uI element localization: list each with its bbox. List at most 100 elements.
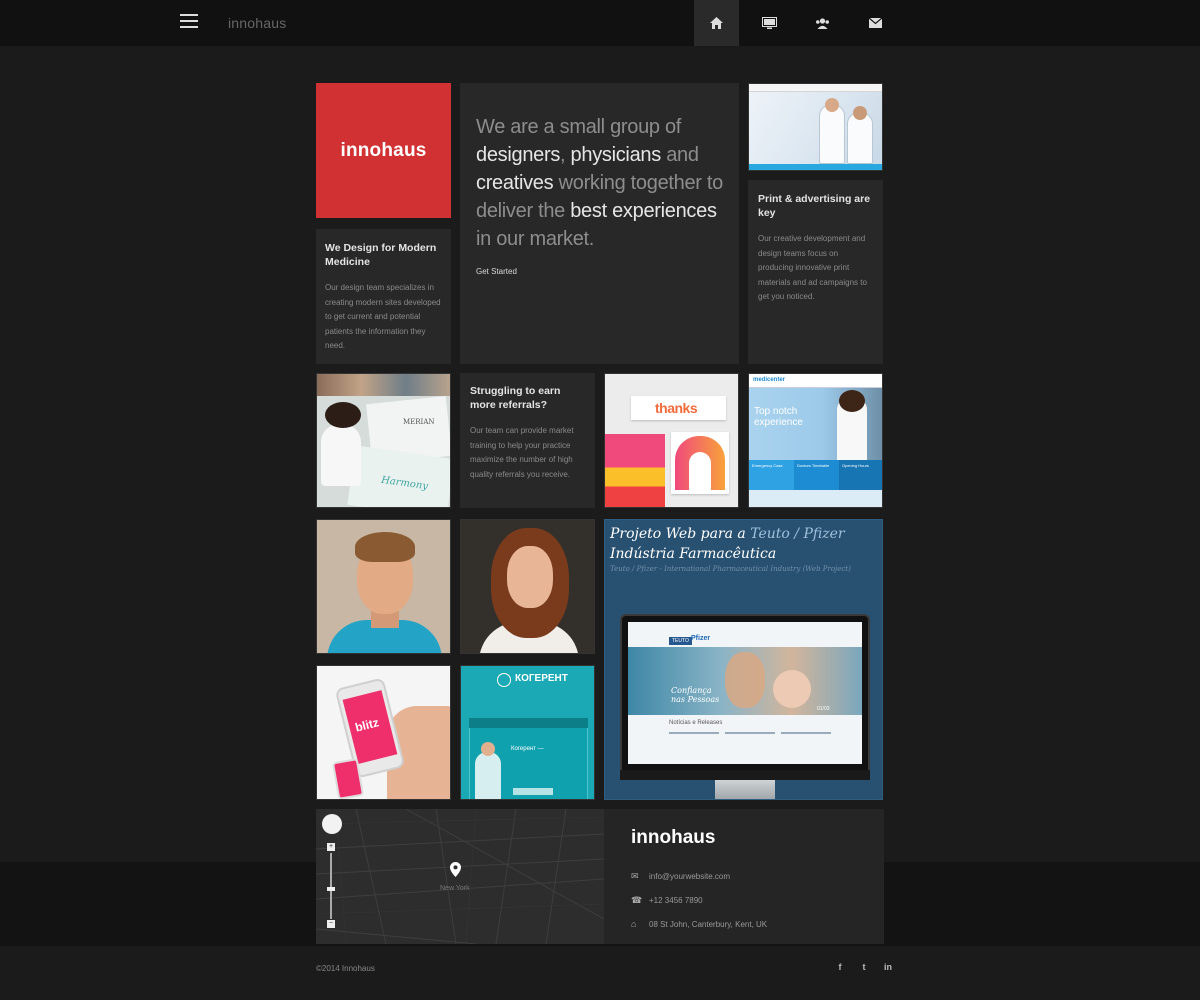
- intro-highlight: creatives: [476, 172, 554, 194]
- top-bar: innohaus: [0, 0, 1200, 46]
- thanks-branding-thumbnail[interactable]: thanks: [604, 373, 739, 508]
- doctors-website-thumbnail[interactable]: [748, 83, 883, 171]
- screen-news-heading: Notícias e Releases: [669, 720, 723, 726]
- intro-statement: We are a small group of designers, physi…: [476, 113, 723, 253]
- info-panel-label: Emergency Case: [752, 463, 783, 468]
- hero-headline: Top notch experience: [754, 406, 803, 428]
- site-logo-text: medicenter: [753, 377, 786, 383]
- screen-badge-b: Pfizer: [691, 635, 711, 642]
- screen-headline-a: Confiança: [671, 686, 712, 695]
- nav-home[interactable]: [694, 0, 739, 46]
- team-member-portrait-man[interactable]: [316, 519, 451, 654]
- contact-email[interactable]: info@yourwebsite.com: [649, 872, 730, 881]
- color-shape-inner: [689, 452, 711, 490]
- intro-text: and: [660, 144, 699, 166]
- nav-team[interactable]: [800, 0, 845, 46]
- doctor-figure: [819, 104, 845, 164]
- nurse-figure: [475, 752, 501, 799]
- map-pin-icon[interactable]: [450, 862, 461, 877]
- copyright: ©2014 Innohaus: [316, 964, 375, 973]
- teuto-pfizer-project-tile[interactable]: Projeto Web para a Teuto / Pfizer Indústr…: [604, 519, 883, 800]
- screen-badge-a: TEUTO: [669, 637, 692, 645]
- blitz-app-thumbnail[interactable]: blitz: [316, 665, 451, 800]
- project-title-highlight: Teuto / Pfizer: [750, 526, 845, 542]
- modern-medicine-title: We Design for Modern Medicine: [325, 242, 437, 268]
- woman-hair: [325, 402, 361, 428]
- screen-hero-baby: [773, 670, 811, 708]
- screen-hero-mother: [725, 652, 765, 708]
- intro-highlight: experiences: [612, 200, 717, 222]
- intro-text: in our market.: [476, 228, 595, 250]
- location-map[interactable]: New York + −: [316, 809, 604, 944]
- project-title-text: Projeto Web para a: [610, 526, 751, 542]
- thanks-word: thanks: [655, 400, 698, 416]
- contact-email-row[interactable]: ✉ info@yourwebsite.com: [631, 871, 857, 882]
- contact-panel: innohaus ✉ info@yourwebsite.com ☎ +12 34…: [604, 809, 884, 944]
- facebook-icon[interactable]: f: [828, 962, 852, 972]
- accent-strip: [749, 164, 882, 170]
- referrals-body: Our team can provide market training to …: [470, 426, 574, 479]
- project-title: Projeto Web para a Teuto / Pfizer Indústr…: [610, 524, 880, 564]
- mail-icon: ✉: [631, 871, 639, 881]
- print-advertising-body: Our creative development and design team…: [758, 234, 867, 301]
- map-zoom-in[interactable]: +: [327, 843, 335, 851]
- site-brand[interactable]: innohaus: [228, 15, 286, 31]
- home-icon: ⌂: [631, 919, 637, 929]
- intro-highlight: designers: [476, 144, 561, 166]
- kogerent-logo-mark: [497, 673, 511, 687]
- monitor-chin: [620, 770, 870, 780]
- nurse-head: [481, 742, 495, 756]
- main-nav: [694, 0, 906, 46]
- map-pan-control[interactable]: [322, 814, 342, 834]
- contact-phone: +12 3456 7890: [649, 896, 703, 905]
- monitor-stand: [715, 780, 775, 799]
- nav-portfolio[interactable]: [747, 0, 792, 46]
- twitter-icon[interactable]: t: [852, 962, 876, 972]
- referrals-title: Struggling to earn more referrals?: [470, 385, 561, 411]
- social-links: f t in: [828, 962, 900, 972]
- logo-tile-text: innohaus: [340, 139, 427, 161]
- harmony-brochure-thumbnail[interactable]: MERIAN Harmony: [316, 373, 451, 508]
- map-zoom-out[interactable]: −: [327, 920, 335, 928]
- screen-news-line: [669, 732, 719, 734]
- contact-phone-row: ☎ +12 3456 7890: [631, 895, 857, 906]
- project-subtitle: Teuto / Pfizer - International Pharmaceu…: [610, 565, 851, 573]
- logo-tile[interactable]: innohaus: [316, 83, 451, 218]
- woman-face: [507, 546, 553, 608]
- kogerent-website-thumbnail[interactable]: КОГЕРЕНТ Когерент —: [460, 665, 595, 800]
- nav-contact[interactable]: [853, 0, 898, 46]
- modern-medicine-tile: We Design for Modern Medicine Our design…: [316, 229, 451, 364]
- intro-text: We are a small group of: [476, 116, 682, 138]
- monitor-icon: [762, 17, 777, 29]
- man-hair: [355, 532, 415, 562]
- print-advertising-tile: Print & advertising are key Our creative…: [748, 180, 883, 364]
- intro-text: ,: [560, 144, 571, 166]
- info-panel-label: Doctors Timetable: [797, 463, 830, 468]
- map-zoom-handle[interactable]: [327, 887, 335, 891]
- linkedin-icon[interactable]: in: [876, 962, 900, 972]
- medicenter-website-thumbnail[interactable]: medicenter Top notch experience Emergenc…: [748, 373, 883, 508]
- info-panel-label: Opening Hours: [842, 463, 869, 468]
- team-member-portrait-woman[interactable]: [460, 519, 595, 654]
- kogerent-brand: КОГЕРЕНТ: [515, 673, 568, 684]
- project-title-text: Indústria Farmacêutica: [610, 546, 777, 562]
- phone-icon: ☎: [631, 895, 643, 905]
- print-advertising-title: Print & advertising are key: [758, 193, 871, 219]
- doctor-head: [853, 106, 867, 120]
- screen-headline-b: nas Pessoas: [671, 695, 720, 704]
- map-zoom-slider[interactable]: [330, 853, 332, 919]
- get-started-link[interactable]: Get Started: [476, 267, 723, 276]
- contact-address: 08 St John, Canterbury, Kent, UK: [649, 919, 768, 929]
- hero-person-hair: [839, 390, 865, 412]
- map-city-label: New York: [440, 885, 470, 892]
- browser-bar: [749, 84, 882, 92]
- doctor-head: [825, 98, 839, 112]
- photo-strip: [317, 374, 450, 396]
- contact-brand: innohaus: [631, 827, 716, 848]
- menu-icon[interactable]: [180, 14, 198, 28]
- screen-news-line: [781, 732, 831, 734]
- referrals-tile: Struggling to earn more referrals? Our t…: [460, 373, 595, 508]
- screen-news-line: [725, 732, 775, 734]
- site-cta: [513, 788, 553, 795]
- team-icon: [816, 17, 829, 29]
